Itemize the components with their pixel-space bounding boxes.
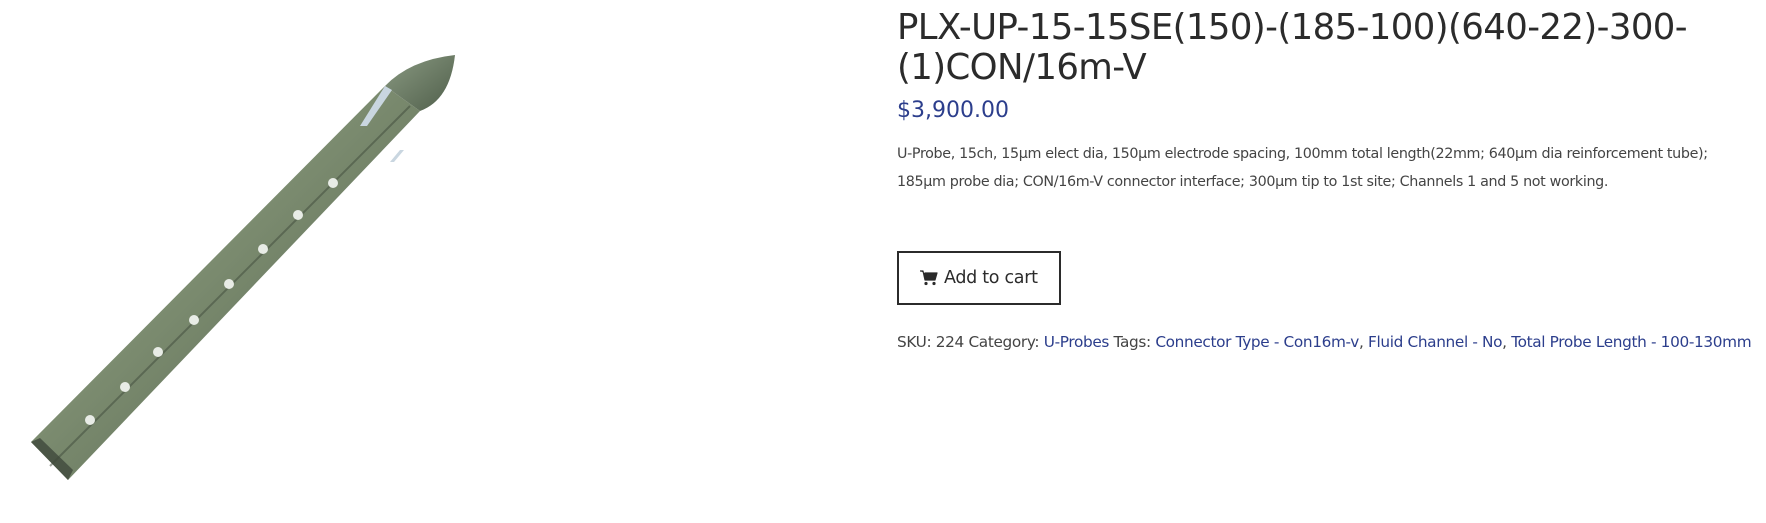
shopping-cart-icon bbox=[920, 270, 938, 286]
product-summary: PLX-UP-15-15SE(150)-(185-100)(640-22)-30… bbox=[897, 0, 1757, 353]
add-to-cart-label: Add to cart bbox=[944, 268, 1038, 288]
probe-body bbox=[31, 55, 455, 480]
product-description: U-Probe, 15ch, 15µm elect dia, 150µm ele… bbox=[897, 146, 1708, 190]
tag-separator: , bbox=[1502, 333, 1512, 351]
category-link[interactable]: U-Probes bbox=[1044, 333, 1110, 351]
product-image[interactable] bbox=[0, 0, 880, 523]
product-title: PLX-UP-15-15SE(150)-(185-100)(640-22)-30… bbox=[897, 7, 1688, 88]
sku-label: SKU: bbox=[897, 333, 932, 351]
probe-illustration bbox=[31, 55, 455, 480]
sku-value: 224 bbox=[935, 333, 965, 351]
tag-link[interactable]: Connector Type - Con16m-v bbox=[1155, 333, 1359, 351]
product-meta: SKU: 224 Category: U-Probes Tags: Connec… bbox=[897, 331, 1757, 353]
tag-link[interactable]: Total Probe Length - 100-130mm bbox=[1511, 333, 1751, 351]
tag-separator: , bbox=[1359, 333, 1369, 351]
category-label: Category: bbox=[968, 333, 1040, 351]
add-to-cart-button[interactable]: Add to cart bbox=[897, 251, 1061, 305]
tags-label: Tags: bbox=[1113, 333, 1152, 351]
product-price: $3,900.00 bbox=[897, 98, 1009, 123]
tag-link[interactable]: Fluid Channel - No bbox=[1368, 333, 1502, 351]
cart-form: Add to cart bbox=[897, 251, 1757, 305]
